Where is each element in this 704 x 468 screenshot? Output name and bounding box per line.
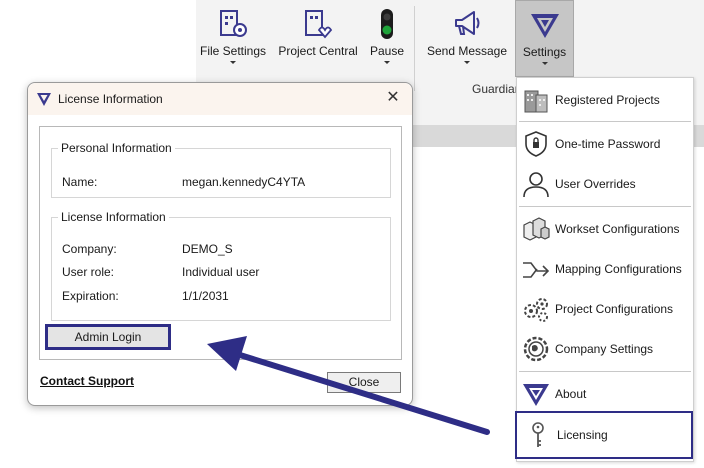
menu-item-registered-projects[interactable]: Registered Projects <box>517 82 693 118</box>
project-central-icon <box>305 10 333 39</box>
settings-menu: Registered Projects One-time Password Us… <box>515 77 694 462</box>
menu-item-user-overrides[interactable]: User Overrides <box>517 166 693 202</box>
menu-item-label: About <box>555 387 587 401</box>
megaphone-icon <box>455 11 480 35</box>
personal-information-group: Personal Information Name: megan.kennedy… <box>51 141 391 198</box>
menu-item-label: Registered Projects <box>555 93 660 107</box>
dialog-title: License Information <box>58 92 163 106</box>
send-message-label: Send Message <box>426 44 508 58</box>
close-button[interactable]: Close <box>327 372 401 393</box>
settings-button[interactable]: Settings <box>515 0 574 77</box>
license-information-legend: License Information <box>58 210 169 224</box>
company-value: DEMO_S <box>182 242 233 256</box>
file-settings-label: File Settings <box>199 44 267 58</box>
settings-label: Settings <box>522 45 567 59</box>
contact-support-link[interactable]: Contact Support <box>40 374 134 388</box>
logo-icon <box>530 14 559 38</box>
globe-gear-icon <box>523 336 549 362</box>
shield-lock-icon <box>525 131 547 157</box>
menu-item-label: Mapping Configurations <box>555 262 682 276</box>
ribbon-group-label: Guardian <box>472 82 522 96</box>
close-icon[interactable]: ✕ <box>384 89 402 107</box>
menu-item-label: User Overrides <box>555 177 636 191</box>
menu-item-about[interactable]: About <box>517 376 693 412</box>
dialog-titlebar[interactable]: License Information ✕ <box>28 83 412 115</box>
send-message-button[interactable]: Send Message <box>424 0 510 74</box>
gears-icon <box>524 298 548 322</box>
building-icon <box>524 90 548 113</box>
menu-item-label: One-time Password <box>555 137 661 151</box>
file-settings-button[interactable]: File Settings <box>197 0 269 74</box>
menu-item-label: Project Configurations <box>555 302 674 316</box>
menu-item-label: Workset Configurations <box>555 222 680 236</box>
file-settings-icon <box>220 10 247 37</box>
pause-button[interactable]: Pause <box>366 0 408 74</box>
menu-divider <box>519 371 691 372</box>
company-label: Company: <box>62 242 117 256</box>
license-information-dialog: License Information ✕ Personal Informati… <box>27 82 413 406</box>
name-value: megan.kennedyC4YTA <box>182 175 306 189</box>
project-central-button[interactable]: Project Central <box>275 0 361 74</box>
key-icon <box>532 422 544 447</box>
ribbon-separator <box>414 6 415 91</box>
menu-divider <box>519 121 691 122</box>
chevron-down-icon <box>230 61 236 64</box>
user-role-label: User role: <box>62 265 115 279</box>
expiration-value: 1/1/2031 <box>182 289 229 303</box>
logo-icon <box>523 384 549 406</box>
personal-information-legend: Personal Information <box>58 141 175 155</box>
name-label: Name: <box>62 175 98 189</box>
menu-divider <box>519 206 691 207</box>
license-information-group: License Information Company: DEMO_S User… <box>51 210 391 321</box>
chevron-down-icon <box>384 61 390 64</box>
chevron-down-icon <box>541 62 548 65</box>
menu-item-workset-configurations[interactable]: Workset Configurations <box>517 211 693 247</box>
admin-login-button[interactable]: Admin Login <box>45 324 171 350</box>
traffic-light-icon <box>381 9 393 39</box>
menu-item-one-time-password[interactable]: One-time Password <box>517 126 693 162</box>
user-icon <box>523 172 549 198</box>
menu-item-licensing[interactable]: Licensing <box>515 411 693 459</box>
blocks-icon <box>523 217 550 241</box>
menu-item-project-configurations[interactable]: Project Configurations <box>517 291 693 327</box>
menu-item-label: Company Settings <box>555 342 654 356</box>
chevron-down-icon <box>464 61 470 64</box>
menu-item-mapping-configurations[interactable]: Mapping Configurations <box>517 251 693 287</box>
menu-item-label: Licensing <box>557 428 608 442</box>
expiration-label: Expiration: <box>62 289 119 303</box>
menu-item-company-settings[interactable]: Company Settings <box>517 331 693 367</box>
user-role-value: Individual user <box>182 265 260 279</box>
project-central-label: Project Central <box>278 44 358 58</box>
pause-label: Pause <box>369 44 405 58</box>
mapping-arrows-icon <box>523 262 550 278</box>
logo-icon <box>37 93 51 106</box>
